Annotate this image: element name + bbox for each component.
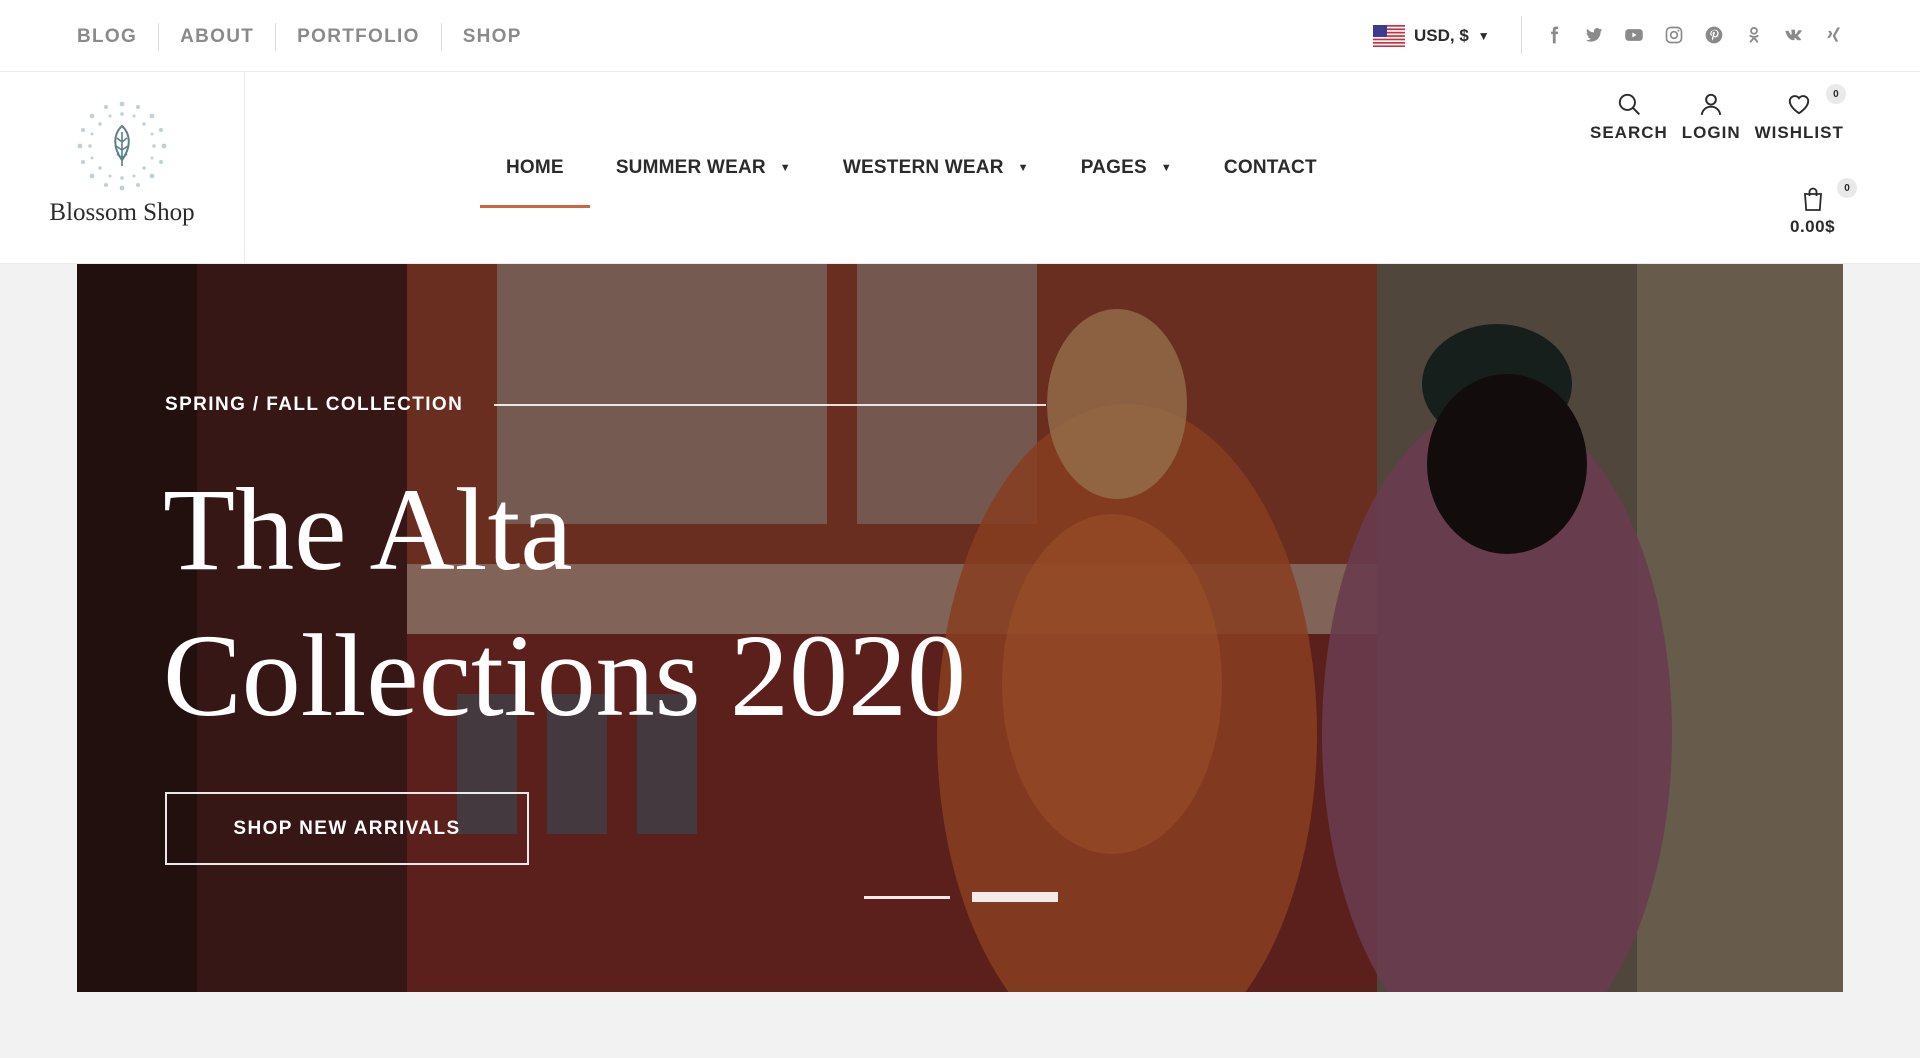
hero-title-line-1: The Alta — [163, 464, 573, 595]
instagram-icon[interactable] — [1663, 21, 1685, 49]
currency-selector[interactable]: USD, $ ▼ — [1373, 22, 1490, 50]
nav-item-western-wear[interactable]: WESTERN WEAR ▼ — [817, 72, 1055, 264]
nav-item-label: SUMMER WEAR — [615, 157, 766, 178]
wishlist-button[interactable]: 0 WISHLIST — [1754, 84, 1846, 143]
shop-new-arrivals-button[interactable]: SHOP NEW ARRIVALS — [165, 792, 529, 865]
nav-item-label: CONTACT — [1223, 157, 1317, 178]
main-nav: HOME SUMMER WEAR ▼ WESTERN WEAR ▼ PAGES … — [480, 72, 1343, 264]
search-button[interactable]: SEARCH — [1590, 91, 1668, 143]
facebook-icon[interactable] — [1543, 21, 1565, 49]
vk-icon[interactable] — [1783, 21, 1805, 49]
nav-item-label: PAGES — [1080, 157, 1147, 178]
shop-new-arrivals-label: SHOP NEW ARRIVALS — [233, 817, 461, 839]
caret-down-icon: ▼ — [779, 162, 791, 174]
hero-slider: SPRING / FALL COLLECTION The Alta Collec… — [77, 264, 1843, 992]
top-link-portfolio[interactable]: PORTFOLIO — [275, 23, 441, 51]
pinterest-icon[interactable] — [1703, 21, 1725, 49]
nav-item-home[interactable]: HOME — [480, 72, 590, 264]
caret-down-icon: ▼ — [1017, 162, 1029, 174]
top-link-shop[interactable]: SHOP — [440, 23, 543, 51]
login-button[interactable]: LOGIN — [1682, 91, 1741, 143]
top-link-blog[interactable]: BLOG — [77, 23, 158, 51]
hero-eyebrow-row: SPRING / FALL COLLECTION — [165, 394, 1047, 416]
hero-title-line-2: Collections 2020 — [163, 610, 967, 741]
logo[interactable]: Blossom Shop — [0, 72, 245, 264]
nav-item-summer-wear[interactable]: SUMMER WEAR ▼ — [590, 72, 817, 264]
twitter-icon[interactable] — [1583, 21, 1605, 49]
site-header: Blossom Shop HOME SUMMER WEAR ▼ WESTERN … — [0, 72, 1920, 264]
wishlist-label: WISHLIST — [1754, 123, 1844, 142]
slider-dot-1[interactable] — [864, 895, 950, 899]
slider-dot-2[interactable] — [972, 892, 1058, 902]
login-label: LOGIN — [1681, 123, 1741, 142]
cart-total: 0.00$ — [1790, 217, 1836, 236]
logo-text: Blossom Shop — [49, 199, 195, 226]
us-flag-icon — [1373, 25, 1405, 47]
cart-count-badge: 0 — [1837, 178, 1858, 198]
youtube-icon[interactable] — [1623, 21, 1645, 49]
hero-eyebrow-line — [494, 404, 1047, 406]
user-icon — [1701, 93, 1722, 116]
leaf-logo-icon — [77, 101, 167, 191]
top-divider — [1521, 16, 1522, 54]
cart-button[interactable]: 0 0.00$ — [1790, 178, 1858, 237]
top-link-about[interactable]: ABOUT — [158, 23, 275, 51]
odnoklassniki-icon[interactable] — [1743, 21, 1765, 49]
top-links: BLOG ABOUT PORTFOLIO SHOP — [77, 23, 543, 51]
currency-label: USD, $ — [1414, 26, 1469, 45]
nav-item-label: WESTERN WEAR — [842, 157, 1004, 178]
nav-item-pages[interactable]: PAGES ▼ — [1055, 72, 1198, 264]
shopping-bag-icon — [1803, 187, 1822, 211]
header-actions: SEARCH LOGIN 0 WISHLIST — [1590, 84, 1846, 143]
wishlist-count-badge: 0 — [1825, 84, 1846, 104]
hero-eyebrow: SPRING / FALL COLLECTION — [165, 394, 464, 415]
nav-item-contact[interactable]: CONTACT — [1198, 72, 1343, 264]
search-icon — [1618, 93, 1640, 115]
chevron-down-icon: ▼ — [1477, 29, 1490, 43]
social-links — [1543, 21, 1845, 49]
top-bar: BLOG ABOUT PORTFOLIO SHOP USD, $ ▼ — [0, 0, 1920, 72]
nav-item-label: HOME — [506, 157, 564, 178]
xing-icon[interactable] — [1823, 21, 1845, 49]
slider-pagination — [864, 892, 1058, 902]
hero-title: The Alta Collections 2020 — [163, 457, 1063, 749]
search-label: SEARCH — [1590, 123, 1668, 142]
caret-down-icon: ▼ — [1160, 162, 1172, 174]
heart-icon — [1789, 95, 1810, 115]
